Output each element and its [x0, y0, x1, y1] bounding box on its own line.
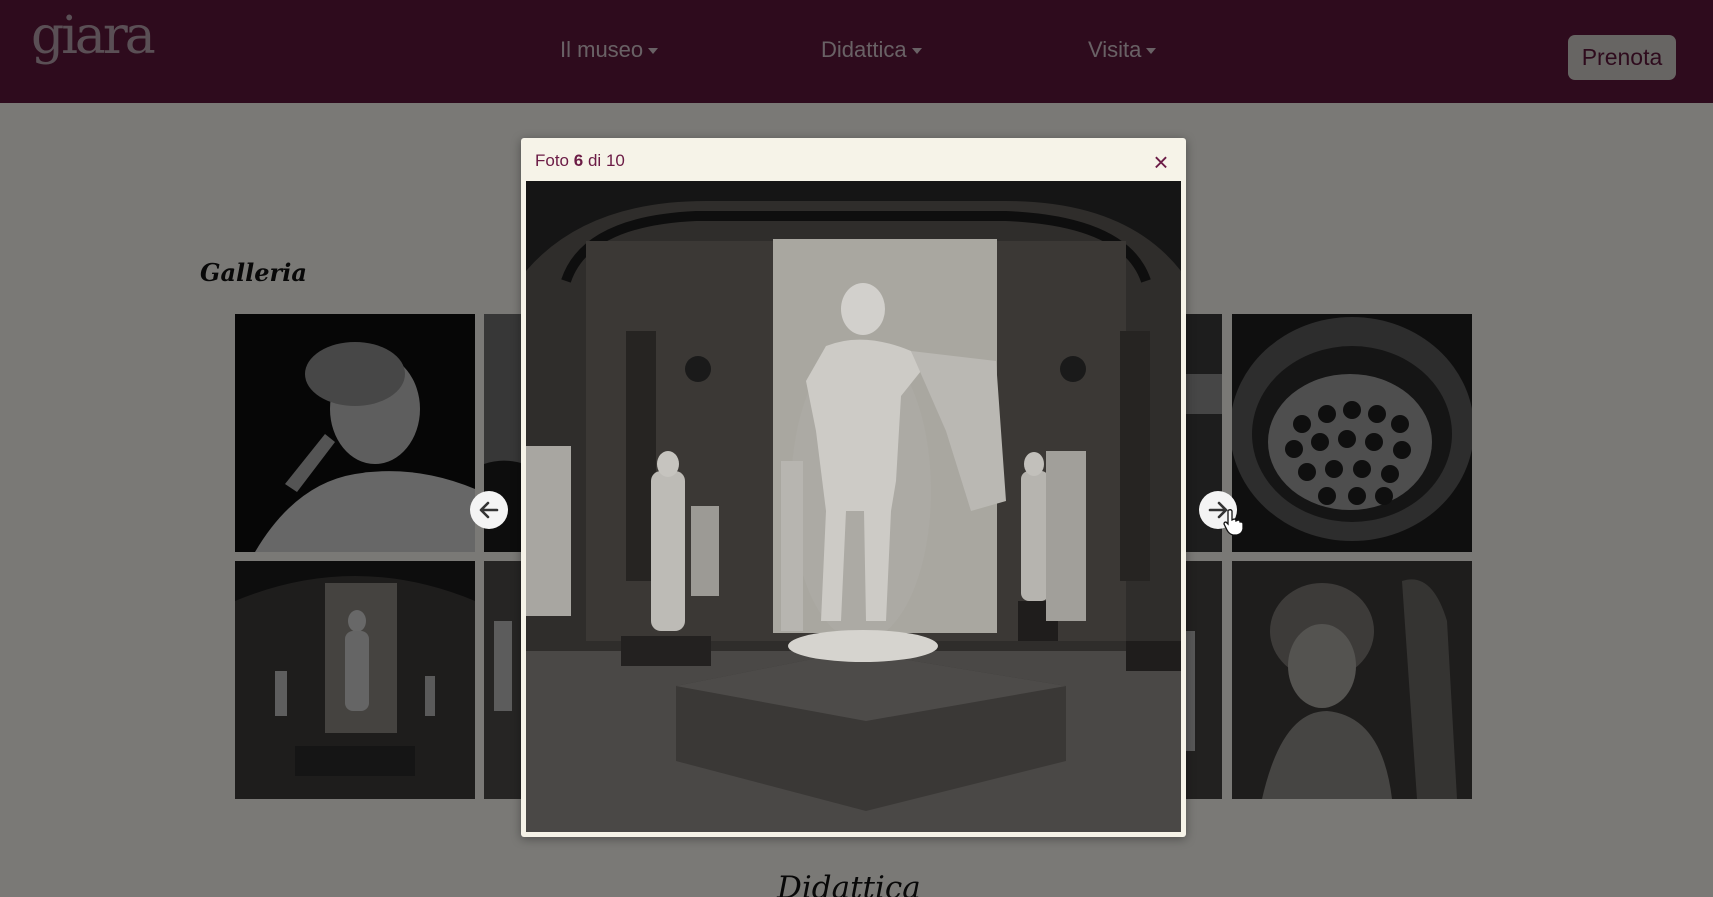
close-icon[interactable]: × — [1146, 147, 1176, 177]
previous-photo-button[interactable] — [470, 491, 508, 529]
photo-counter: Foto 6 di 10 — [535, 151, 625, 171]
photo-current-number: 6 — [573, 151, 584, 170]
header-dim-overlay — [0, 0, 1713, 103]
lightbox-modal: Foto 6 di 10 × — [521, 138, 1186, 837]
photo-counter-prefix: Foto — [535, 151, 570, 170]
arrow-left-icon — [479, 501, 499, 519]
lightbox-image — [526, 181, 1181, 832]
hand-cursor-icon — [1223, 509, 1244, 536]
photo-counter-of: di — [587, 151, 602, 170]
photo-total-number: 10 — [605, 151, 625, 170]
